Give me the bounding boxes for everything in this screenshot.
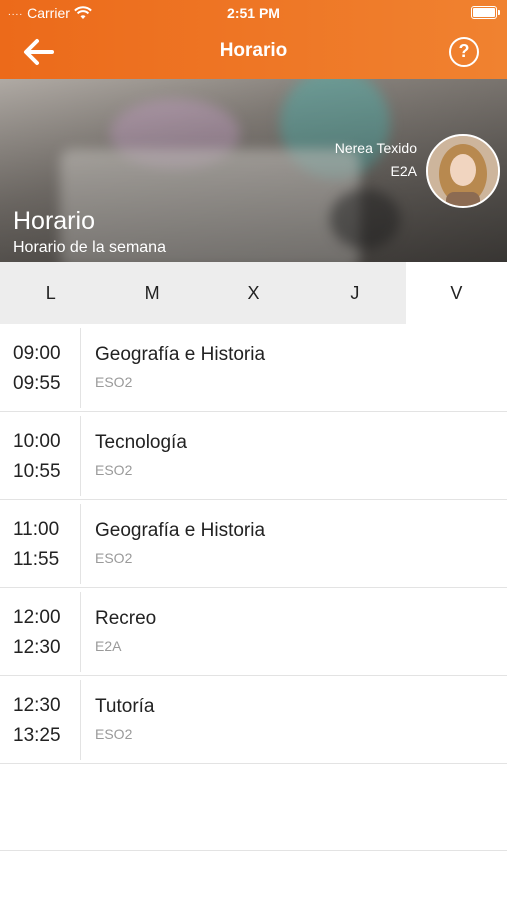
end-time: 09:55 [13,373,61,394]
tab-lunes[interactable]: L [0,262,101,324]
schedule-row[interactable]: 09:00 09:55 Geografía e Historia ESO2 [0,324,507,412]
battery-icon [471,6,500,19]
row-divider [80,328,81,408]
question-circle-icon: ? [458,41,470,61]
time-block: 12:30 13:25 [0,676,80,764]
end-time: 10:55 [13,461,61,482]
group-name: E2A [95,638,122,654]
banner-subtitle: Horario de la semana [13,239,166,256]
tab-viernes[interactable]: V [405,262,507,324]
time-block: 11:00 11:55 [0,500,80,588]
page-title: Horario [219,40,288,61]
schedule-row[interactable]: 12:00 12:30 Recreo E2A [0,588,507,676]
end-time: 11:55 [13,549,60,570]
day-selector: L M X J V [0,262,507,324]
tab-martes[interactable]: M [101,262,202,324]
group-name: ESO2 [95,374,133,390]
app-header: .... Carrier 2:51 PM Horario ? [0,0,507,79]
row-divider [80,416,81,496]
row-divider [80,592,81,672]
help-button[interactable]: ? [449,37,479,67]
subject-name: Geografía e Historia [95,344,266,365]
group-name: ESO2 [95,726,133,742]
tab-jueves[interactable]: J [304,262,405,324]
banner-title: Horario [13,207,95,235]
list-bottom-divider [0,850,507,851]
schedule-row[interactable]: 10:00 10:55 Tecnología ESO2 [0,412,507,500]
time-block: 10:00 10:55 [0,412,80,500]
tab-miercoles[interactable]: X [203,262,304,324]
start-time: 09:00 [13,343,61,364]
subject-name: Tutoría [95,696,155,717]
start-time: 12:30 [13,695,61,716]
start-time: 11:00 [13,519,60,540]
subject-name: Tecnología [95,432,187,453]
schedule-row[interactable]: 12:30 13:25 Tutoría ESO2 [0,676,507,764]
user-group: E2A [390,163,417,179]
header-banner: Horario Horario de la semana Nerea Texid… [0,79,507,262]
start-time: 12:00 [13,607,61,628]
user-name: Nerea Texido [334,140,417,156]
subject-name: Recreo [95,608,157,629]
time-block: 12:00 12:30 [0,588,80,676]
group-name: ESO2 [95,462,133,478]
end-time: 13:25 [13,725,61,746]
schedule-list: 09:00 09:55 Geografía e Historia ESO2 10… [0,324,507,764]
status-bar: .... Carrier 2:51 PM [0,0,507,26]
avatar[interactable] [426,134,500,208]
subject-name: Geografía e Historia [95,520,266,541]
end-time: 12:30 [13,637,61,658]
row-divider [80,680,81,760]
start-time: 10:00 [13,431,61,452]
user-photo-icon [428,136,498,206]
schedule-row[interactable]: 11:00 11:55 Geografía e Historia ESO2 [0,500,507,588]
row-divider [80,504,81,584]
status-time: 2:51 PM [227,5,280,21]
group-name: ESO2 [95,550,133,566]
time-block: 09:00 09:55 [0,324,80,412]
